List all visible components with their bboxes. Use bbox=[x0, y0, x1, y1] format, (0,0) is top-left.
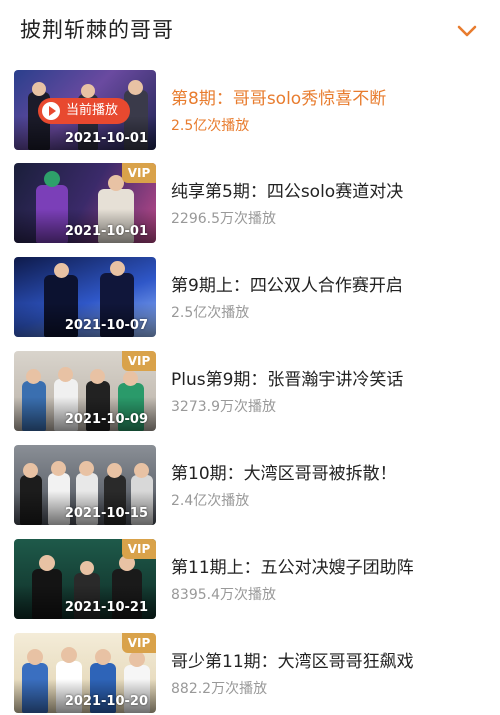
episode-item[interactable]: VIP 2021-10-09 Plus第9期：张晋瀚宇讲冷笑话 3273.9万次… bbox=[0, 347, 500, 433]
figure-head bbox=[51, 461, 66, 476]
figure-head bbox=[39, 555, 55, 571]
figure-head bbox=[32, 82, 46, 96]
episode-date: 2021-10-01 bbox=[64, 131, 148, 146]
page-title: 披荆斩棘的哥哥 bbox=[20, 18, 174, 42]
play-icon bbox=[42, 102, 60, 120]
episode-item[interactable]: 当前播放 2021-10-01 第8期：哥哥solo秀惊喜不断 2.5亿次播放 bbox=[0, 66, 500, 152]
episode-play-count: 2.4亿次播放 bbox=[171, 493, 250, 509]
figure-head bbox=[79, 461, 94, 476]
episode-title[interactable]: 第9期上：四公双人合作赛开启 bbox=[171, 271, 403, 296]
episode-date: 2021-10-09 bbox=[64, 412, 148, 427]
episode-title[interactable]: Plus第9期：张晋瀚宇讲冷笑话 bbox=[171, 365, 403, 390]
figure-head bbox=[110, 261, 125, 276]
episode-thumbnail[interactable]: VIP 2021-10-21 bbox=[14, 539, 156, 619]
episode-item[interactable]: VIP 2021-10-21 第11期上：五公对决嫂子团助阵 8395.4万次播… bbox=[0, 535, 500, 621]
episode-title[interactable]: 第10期：大湾区哥哥被拆散！ bbox=[171, 459, 397, 484]
figure-head bbox=[61, 647, 77, 663]
figure-head bbox=[58, 367, 73, 382]
episode-title[interactable]: 纯享第5期：四公solo赛道对决 bbox=[171, 177, 403, 202]
episode-date: 2021-10-07 bbox=[64, 318, 148, 333]
episode-date: 2021-10-21 bbox=[64, 600, 148, 615]
vip-badge: VIP bbox=[122, 633, 156, 653]
episode-title[interactable]: 第8期：哥哥solo秀惊喜不断 bbox=[171, 84, 386, 109]
episode-play-count: 3273.9万次播放 bbox=[171, 399, 276, 415]
episode-play-count: 2.5亿次播放 bbox=[171, 305, 250, 321]
episode-item[interactable]: 2021-10-07 第9期上：四公双人合作赛开启 2.5亿次播放 bbox=[0, 253, 500, 339]
vip-badge: VIP bbox=[122, 163, 156, 183]
now-playing-label: 当前播放 bbox=[66, 103, 119, 118]
header: 披荆斩棘的哥哥 bbox=[0, 0, 500, 62]
episode-thumbnail[interactable]: 2021-10-15 bbox=[14, 445, 156, 525]
figure-head bbox=[90, 369, 105, 384]
episode-title[interactable]: 哥少第11期：大湾区哥哥狂飙戏 bbox=[171, 647, 414, 672]
figure-head bbox=[134, 463, 149, 478]
chevron-down-icon[interactable] bbox=[456, 20, 478, 42]
figure-head bbox=[26, 369, 41, 384]
episode-play-count: 882.2万次播放 bbox=[171, 681, 268, 697]
figure-head bbox=[123, 371, 138, 386]
episode-date: 2021-10-20 bbox=[64, 694, 148, 709]
figure-head bbox=[129, 651, 145, 667]
episode-thumbnail[interactable]: 2021-10-07 bbox=[14, 257, 156, 337]
figure-head bbox=[128, 80, 143, 95]
figure-head bbox=[54, 263, 69, 278]
episode-thumbnail[interactable]: VIP 2021-10-09 bbox=[14, 351, 156, 431]
episode-date: 2021-10-01 bbox=[64, 224, 148, 239]
figure-head bbox=[80, 561, 94, 575]
episode-thumbnail[interactable]: VIP 2021-10-20 bbox=[14, 633, 156, 713]
now-playing-badge: 当前播放 bbox=[38, 98, 130, 124]
figure-head bbox=[27, 649, 43, 665]
episode-item[interactable]: 2021-10-15 第10期：大湾区哥哥被拆散！ 2.4亿次播放 bbox=[0, 441, 500, 527]
episode-thumbnail[interactable]: 当前播放 2021-10-01 bbox=[14, 70, 156, 150]
episode-title[interactable]: 第11期上：五公对决嫂子团助阵 bbox=[171, 553, 414, 578]
episode-play-count: 2296.5万次播放 bbox=[171, 211, 276, 227]
episode-date: 2021-10-15 bbox=[64, 506, 148, 521]
episode-play-count: 8395.4万次播放 bbox=[171, 587, 276, 603]
figure-head bbox=[44, 171, 60, 187]
episode-play-count: 2.5亿次播放 bbox=[171, 118, 250, 134]
figure-head bbox=[23, 463, 38, 478]
vip-badge: VIP bbox=[122, 351, 156, 371]
figure-head bbox=[107, 463, 122, 478]
vip-badge: VIP bbox=[122, 539, 156, 559]
figure-head bbox=[95, 649, 111, 665]
figure-head bbox=[81, 84, 95, 98]
episode-item[interactable]: VIP 2021-10-20 哥少第11期：大湾区哥哥狂飙戏 882.2万次播放 bbox=[0, 629, 500, 715]
episode-item[interactable]: VIP 2021-10-01 纯享第5期：四公solo赛道对决 2296.5万次… bbox=[0, 159, 500, 245]
episode-thumbnail[interactable]: VIP 2021-10-01 bbox=[14, 163, 156, 243]
